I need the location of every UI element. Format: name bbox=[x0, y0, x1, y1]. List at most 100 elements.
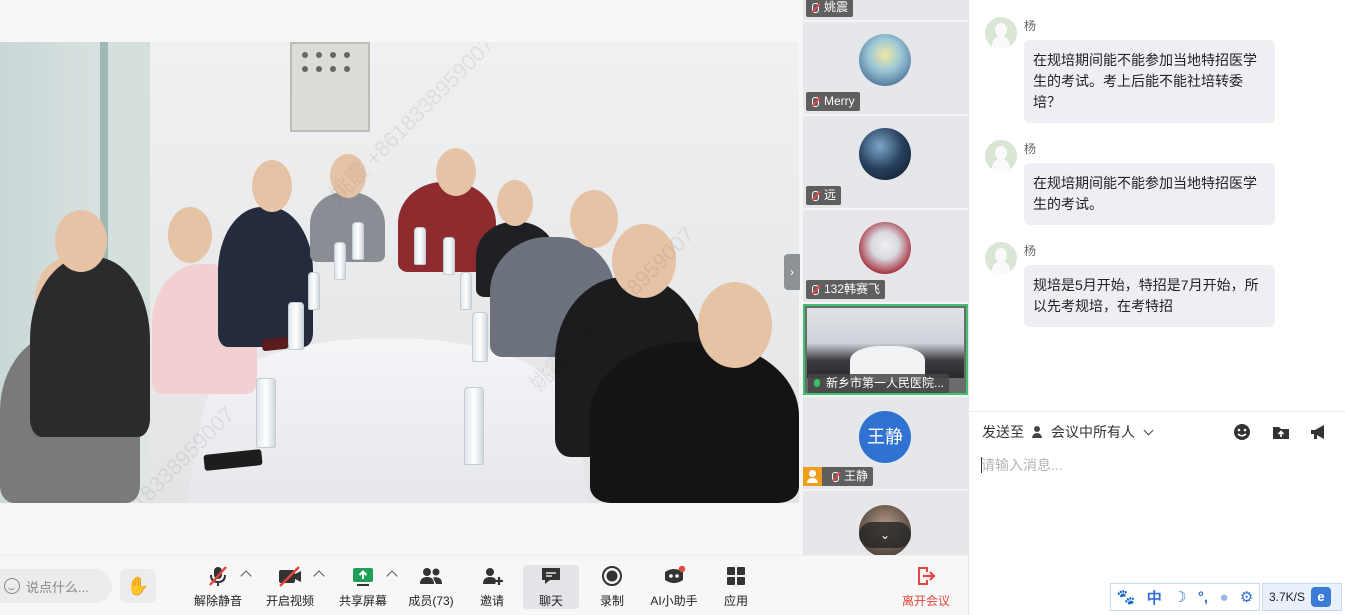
anime-character-avatar bbox=[859, 34, 911, 86]
network-speed-widget: 3.7K/S e bbox=[1262, 583, 1342, 611]
video-person-head bbox=[612, 224, 676, 298]
ai-assistant-icon bbox=[665, 565, 686, 583]
quick-comment-placeholder: 说点什么... bbox=[26, 579, 89, 595]
video-person-head bbox=[330, 154, 366, 198]
start-video-button[interactable]: 开启视频 bbox=[266, 564, 314, 610]
collapse-panel-handle[interactable]: › bbox=[784, 254, 800, 290]
meeting-toolbar: 说点什么... ✋ 解除静音 开启视频 共享屏幕 成员(73) 邀请 聊天 录制… bbox=[0, 555, 968, 615]
video-person-head bbox=[168, 207, 212, 263]
message-bubble: 在规培期间能不能参加当地特招医学生的考试。 bbox=[1024, 163, 1275, 225]
chevron-down-icon[interactable]: ⌄ bbox=[859, 522, 911, 548]
invite-button[interactable]: 邀请 bbox=[468, 564, 516, 610]
video-water-bottle bbox=[472, 312, 488, 362]
message-sender: 杨 bbox=[1024, 244, 1037, 258]
unmute-label: 解除静音 bbox=[194, 594, 243, 608]
video-person bbox=[310, 192, 385, 262]
punctuation-icon[interactable]: °, bbox=[1198, 589, 1208, 606]
participant-name-tag: Merry bbox=[806, 92, 860, 111]
participant-name-tag: 远 bbox=[806, 186, 842, 205]
share-screen-button[interactable]: 共享屏幕 bbox=[339, 564, 387, 610]
send-to-label: 发送至 bbox=[982, 424, 1024, 440]
share-screen-icon bbox=[353, 568, 373, 586]
apps-label: 应用 bbox=[723, 594, 748, 608]
unmute-button[interactable]: 解除静音 bbox=[194, 564, 242, 610]
people-icon bbox=[1032, 426, 1046, 438]
chat-icon bbox=[542, 568, 560, 584]
participant-tile-active-speaker[interactable]: 新乡市第一人民医院... bbox=[803, 304, 968, 395]
record-icon bbox=[602, 566, 622, 586]
participant-tile[interactable]: 姚震 bbox=[803, 0, 968, 20]
chat-panel: 杨 在规培期间能不能参加当地特招医学生的考试。考上后能不能社培转委培？ 杨 在规… bbox=[968, 0, 1345, 615]
main-video-feed[interactable]: 姚震 +8618338959007 姚震 +8618338959007 姚震 +… bbox=[0, 42, 799, 503]
moon-icon[interactable]: ☽ bbox=[1173, 588, 1186, 606]
folder-upload-icon[interactable] bbox=[1271, 422, 1291, 442]
paw-icon[interactable]: 🐾 bbox=[1117, 588, 1136, 606]
apps-icon bbox=[727, 567, 745, 585]
participant-tile[interactable]: 132韩赛飞 bbox=[803, 210, 968, 302]
video-electrical-box bbox=[290, 42, 370, 132]
apps-button[interactable]: 应用 bbox=[712, 564, 760, 610]
chevron-up-icon[interactable] bbox=[313, 570, 325, 582]
ai-assistant-button[interactable]: AI小助手 bbox=[648, 564, 700, 610]
quick-comment-input[interactable]: 说点什么... bbox=[0, 569, 112, 603]
chat-button[interactable]: 聊天 bbox=[527, 564, 575, 610]
leave-meeting-button[interactable]: 离开会议 bbox=[898, 564, 954, 610]
participant-name-tag: 姚震 bbox=[806, 0, 854, 17]
record-label: 录制 bbox=[599, 594, 624, 608]
mic-muted-icon bbox=[809, 2, 821, 14]
recipient-label: 会议中所有人 bbox=[1051, 424, 1135, 440]
mic-muted-icon bbox=[809, 190, 821, 202]
ime-mode-label[interactable]: 中 bbox=[1147, 587, 1162, 608]
video-water-bottle bbox=[460, 272, 472, 310]
invite-label: 邀请 bbox=[479, 594, 504, 608]
chat-message: 杨 在规培期间能不能参加当地特招医学生的考试。 bbox=[985, 140, 1285, 230]
night-sky-avatar bbox=[859, 128, 911, 180]
video-water-bottle bbox=[308, 272, 320, 310]
user-icon[interactable]: ● bbox=[1219, 589, 1228, 606]
raise-hand-button[interactable]: ✋ bbox=[120, 569, 156, 603]
participant-tile[interactable]: 王静 王静 bbox=[803, 397, 968, 489]
message-bubble: 规培是5月开始，特招是7月开始，所以先考规培，在考特招 bbox=[1024, 265, 1275, 327]
participant-tile[interactable]: Merry bbox=[803, 22, 968, 114]
chat-message: 杨 规培是5月开始，特招是7月开始，所以先考规培，在考特招 bbox=[985, 242, 1285, 332]
chat-divider bbox=[969, 411, 1345, 412]
emoji-icon[interactable] bbox=[1232, 422, 1252, 442]
ime-toolbar[interactable]: 🐾 中 ☽ °, ● ⚙ bbox=[1110, 583, 1260, 611]
leave-meeting-label: 离开会议 bbox=[901, 594, 950, 608]
chat-message-input[interactable] bbox=[981, 455, 1331, 475]
video-person-head bbox=[698, 282, 772, 368]
smile-icon bbox=[4, 578, 20, 594]
participant-name-tag: 132韩赛飞 bbox=[806, 280, 886, 299]
text-caret bbox=[981, 457, 982, 473]
participant-tile[interactable]: 远 bbox=[803, 116, 968, 208]
video-water-bottle bbox=[464, 387, 484, 465]
send-to-row: 发送至 会议中所有人 bbox=[982, 421, 1154, 443]
settings-icon[interactable]: ⚙ bbox=[1240, 588, 1253, 606]
hand-icon: ✋ bbox=[126, 576, 150, 596]
mic-muted-icon bbox=[209, 566, 227, 586]
chevron-up-icon[interactable] bbox=[386, 570, 398, 582]
members-icon bbox=[420, 568, 442, 584]
members-label: 成员(73) bbox=[408, 594, 454, 608]
chevron-up-icon[interactable] bbox=[240, 570, 252, 582]
net-speed-value: 3.7K/S bbox=[1269, 590, 1306, 604]
host-icon bbox=[803, 467, 822, 486]
video-person-head bbox=[436, 148, 476, 196]
browser-icon[interactable]: e bbox=[1311, 587, 1332, 607]
video-person-head bbox=[570, 190, 618, 248]
video-water-bottle bbox=[256, 378, 276, 448]
members-button[interactable]: 成员(73) bbox=[407, 564, 455, 610]
recipient-selector[interactable]: 会议中所有人 bbox=[1024, 422, 1154, 442]
user-avatar bbox=[985, 140, 1017, 172]
mic-muted-icon bbox=[809, 284, 821, 296]
record-button[interactable]: 录制 bbox=[588, 564, 636, 610]
video-person-head bbox=[55, 210, 107, 272]
participant-name-tag: 新乡市第一人民医院... bbox=[808, 374, 950, 393]
megaphone-icon[interactable] bbox=[1309, 422, 1329, 442]
mic-muted-icon bbox=[809, 96, 821, 108]
video-person bbox=[590, 342, 799, 503]
video-water-bottle bbox=[352, 222, 364, 260]
message-sender: 杨 bbox=[1024, 19, 1037, 33]
mic-active-icon bbox=[811, 378, 823, 390]
meeting-window: 姚震 +8618338959007 姚震 +8618338959007 姚震 +… bbox=[0, 0, 1345, 615]
